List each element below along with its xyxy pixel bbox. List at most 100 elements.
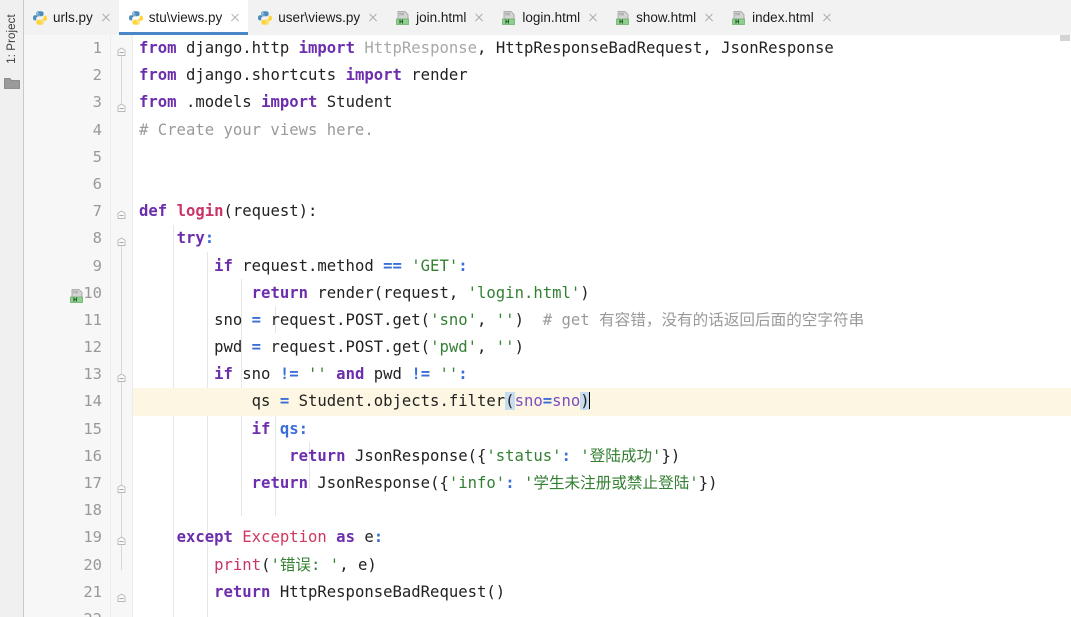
code-line[interactable]: try: [133, 225, 1071, 252]
code-token: : [204, 229, 215, 248]
fold-collapse-top-icon[interactable] [115, 205, 128, 220]
close-icon[interactable] [703, 12, 715, 24]
code-token: , [702, 39, 722, 57]
close-icon[interactable] [229, 12, 241, 24]
code-line[interactable]: return HttpResponseBadRequest() [133, 579, 1071, 606]
code-line[interactable]: def login(request): [133, 198, 1071, 225]
code-line[interactable]: qs = Student.objects.filter(sno=sno) [133, 388, 1071, 416]
fold-collapse-top-icon[interactable] [115, 368, 128, 383]
code-line[interactable] [133, 606, 1071, 617]
line-number-row: 4 [23, 117, 110, 144]
line-number-row: 7 [23, 198, 110, 225]
code-line[interactable]: pwd = request.POST.get('pwd', '') [133, 334, 1071, 361]
svg-text:H: H [619, 19, 623, 25]
svg-text:H: H [505, 19, 509, 25]
folder-icon[interactable] [4, 76, 20, 90]
code-token: : [458, 365, 468, 384]
fold-collapse-bottom-icon[interactable] [115, 586, 128, 602]
fold-row [111, 198, 132, 225]
svg-text:H: H [399, 19, 403, 25]
close-icon[interactable] [587, 12, 599, 24]
fold-row [111, 89, 132, 116]
code-token: from [139, 39, 177, 57]
line-number-row: 3 [23, 89, 110, 116]
code-token: '登陆成功' [570, 446, 662, 465]
line-number-row: 10 H [23, 280, 110, 307]
editor-tab-label: join.html [416, 10, 467, 25]
code-line[interactable]: if request.method == 'GET': [133, 253, 1071, 280]
code-token: sno [232, 365, 280, 384]
code-token: 'sno' [430, 310, 478, 329]
code-line[interactable]: from django.http import HttpResponse, Ht… [133, 35, 1071, 62]
code-line[interactable]: from .models import Student [133, 89, 1071, 116]
code-token: sno [214, 310, 252, 329]
line-number-row: 11 [23, 307, 110, 334]
code-token: Student.objects.filter [289, 392, 506, 411]
code-line[interactable]: if sno != '' and pwd != '': [133, 361, 1071, 388]
line-number-row: 14 [23, 388, 110, 415]
close-icon[interactable] [100, 12, 112, 24]
editor-tab-show-html[interactable]: H show.html [606, 0, 722, 35]
code-line[interactable]: except Exception as e: [133, 524, 1071, 551]
code-folding-column[interactable] [111, 35, 133, 617]
line-number: 20 [83, 555, 102, 574]
html-file-icon: H [395, 10, 411, 26]
code-token: try [176, 229, 205, 248]
fold-row [111, 388, 132, 415]
line-number: 16 [83, 446, 102, 465]
close-icon[interactable] [367, 12, 379, 24]
fold-row [111, 117, 132, 144]
code-line[interactable]: if qs: [133, 416, 1071, 443]
editor-tab-stu-views-py[interactable]: stu\views.py [118, 0, 249, 35]
line-number-row: 20 [23, 552, 110, 579]
close-icon[interactable] [473, 12, 485, 24]
html-file-icon[interactable]: H [69, 286, 85, 303]
code-line[interactable] [133, 144, 1071, 171]
text-caret [588, 392, 591, 410]
code-token: def [139, 202, 168, 221]
fold-collapse-top-icon[interactable] [115, 42, 128, 56]
tabbar-row: urls.py stu\views.py user\views.py H joi… [0, 0, 1071, 36]
fold-row [111, 62, 132, 89]
code-token: , [477, 39, 496, 57]
code-line[interactable]: return JsonResponse({'status': '登陆成功'}) [133, 443, 1071, 470]
close-icon[interactable] [821, 12, 833, 24]
code-token: django.http [176, 39, 299, 57]
code-token: login [176, 202, 224, 221]
fold-row [111, 280, 132, 307]
code-editor[interactable]: 12345678910 H 111213141516171819202122 [23, 35, 1071, 617]
fold-row [111, 171, 132, 198]
code-line[interactable]: return JsonResponse({'info': '学生未注册或禁止登陆… [133, 470, 1071, 497]
fold-collapse-bottom-icon[interactable] [115, 477, 128, 493]
fold-collapse-top-icon[interactable] [115, 531, 128, 546]
code-token: return [289, 446, 346, 465]
left-tool-strip: 1: Project [0, 0, 24, 617]
editor-tab-login-html[interactable]: H login.html [492, 0, 606, 35]
code-content-area[interactable]: from django.http import HttpResponse, Ht… [133, 35, 1071, 617]
line-number: 19 [83, 528, 102, 547]
code-line[interactable]: return render(request, 'login.html') [133, 280, 1071, 307]
fold-collapse-bottom-icon[interactable] [115, 96, 128, 113]
fold-row [111, 606, 132, 617]
code-line[interactable]: from django.shortcuts import render [133, 62, 1071, 89]
editor-tab-join-html[interactable]: H join.html [386, 0, 492, 35]
code-token: == [383, 256, 402, 275]
code-line[interactable]: print('错误: ', e) [133, 552, 1071, 579]
sidebar-item-project[interactable]: 1: Project [0, 2, 23, 76]
code-line[interactable]: # Create your views here. [133, 117, 1071, 144]
fold-collapse-top-icon[interactable] [115, 232, 128, 247]
editor-tab-index-html[interactable]: H index.html [722, 0, 840, 35]
editor-tab-user-views-py[interactable]: user\views.py [248, 0, 386, 35]
editor-tab-urls-py[interactable]: urls.py [23, 0, 119, 35]
code-token: JsonResponse({ [308, 474, 449, 492]
code-token: 'info' [448, 474, 506, 492]
code-lines[interactable]: from django.http import HttpResponse, Ht… [133, 35, 1071, 617]
code-token: as [326, 528, 355, 547]
code-token: qs [251, 392, 280, 411]
code-token: : [561, 446, 571, 465]
code-line[interactable] [133, 497, 1071, 524]
code-line[interactable] [133, 171, 1071, 198]
code-line[interactable]: sno = request.POST.get('sno', '') # get … [133, 307, 1071, 334]
